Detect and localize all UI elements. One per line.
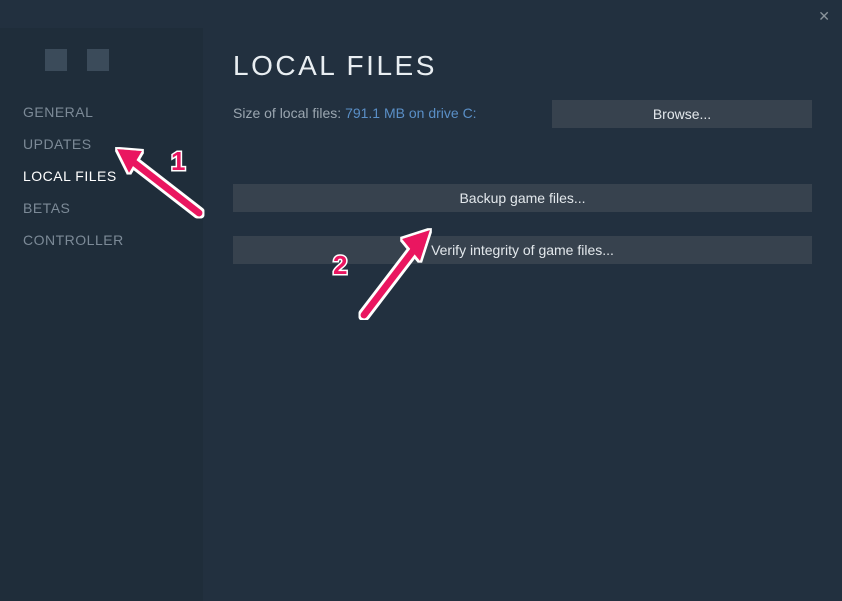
sidebar: GENERAL UPDATES LOCAL FILES BETAS CONTRO… — [0, 28, 203, 601]
page-title: LOCAL FILES — [233, 50, 812, 82]
sidebar-header — [0, 38, 203, 82]
main-panel: LOCAL FILES Size of local files: 791.1 M… — [203, 28, 842, 601]
annotation-step-2: 2 — [333, 250, 347, 281]
backup-button[interactable]: Backup game files... — [233, 184, 812, 212]
placeholder-icon — [87, 49, 109, 71]
browse-button[interactable]: Browse... — [552, 100, 812, 128]
annotation-step-1: 1 — [171, 146, 185, 177]
size-info: Size of local files: 791.1 MB on drive C… — [233, 105, 477, 123]
sidebar-item-general[interactable]: GENERAL — [0, 96, 203, 128]
properties-window: ✕ GENERAL UPDATES LOCAL FILES BETAS CONT… — [0, 0, 842, 601]
verify-button[interactable]: Verify integrity of game files... — [233, 236, 812, 264]
sidebar-item-controller[interactable]: CONTROLLER — [0, 224, 203, 256]
close-icon[interactable]: ✕ — [818, 8, 830, 25]
content-area: GENERAL UPDATES LOCAL FILES BETAS CONTRO… — [0, 28, 842, 601]
placeholder-icon — [45, 49, 67, 71]
size-value: 791.1 MB on drive C: — [345, 105, 477, 121]
sidebar-item-betas[interactable]: BETAS — [0, 192, 203, 224]
titlebar: ✕ — [0, 0, 842, 28]
size-row: Size of local files: 791.1 MB on drive C… — [233, 100, 812, 128]
size-label: Size of local files: — [233, 105, 345, 121]
